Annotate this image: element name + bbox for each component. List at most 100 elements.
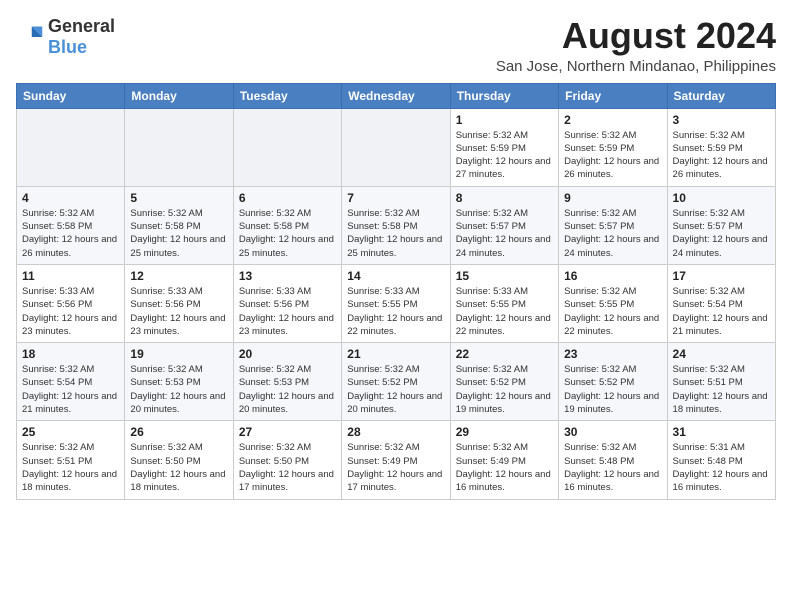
weekday-header-sunday: Sunday: [17, 83, 125, 108]
day-info: Sunrise: 5:32 AMSunset: 5:49 PMDaylight:…: [456, 441, 553, 494]
calendar-cell: 14Sunrise: 5:33 AMSunset: 5:55 PMDayligh…: [342, 264, 450, 342]
calendar-cell: 7 Sunrise: 5:32 AMSunset: 5:58 PMDaylight…: [342, 186, 450, 264]
calendar-week-row: 11 Sunrise: 5:33 AMSunset: 5:56 PMDayligh…: [17, 264, 776, 342]
calendar-cell: 2 Sunrise: 5:32 AMSunset: 5:59 PMDaylight…: [559, 108, 667, 186]
location-subtitle: San Jose, Northern Mindanao, Philippines: [496, 58, 776, 75]
calendar-cell: 28 Sunrise: 5:32 AMSunset: 5:49 PMDayligh…: [342, 421, 450, 499]
weekday-header-tuesday: Tuesday: [233, 83, 341, 108]
calendar-cell: [125, 108, 233, 186]
calendar-cell: [342, 108, 450, 186]
day-number: 13: [239, 269, 336, 283]
day-number: 27: [239, 425, 336, 439]
day-number: 6: [239, 191, 336, 205]
calendar-cell: 26 Sunrise: 5:32 AMSunset: 5:50 PMDayligh…: [125, 421, 233, 499]
calendar-cell: 29 Sunrise: 5:32 AMSunset: 5:49 PMDayligh…: [450, 421, 558, 499]
calendar-cell: 13 Sunrise: 5:33 AMSunset: 5:56 PMDayligh…: [233, 264, 341, 342]
weekday-header-monday: Monday: [125, 83, 233, 108]
page-header: General Blue August 2024 San Jose, North…: [16, 16, 776, 75]
weekday-header-friday: Friday: [559, 83, 667, 108]
day-info: Sunrise: 5:31 AMSunset: 5:48 PMDaylight:…: [673, 441, 770, 494]
day-number: 11: [22, 269, 119, 283]
calendar-week-row: 25Sunrise: 5:32 AMSunset: 5:51 PMDayligh…: [17, 421, 776, 499]
day-info: Sunrise: 5:32 AMSunset: 5:50 PMDaylight:…: [130, 441, 227, 494]
day-number: 7: [347, 191, 444, 205]
calendar-cell: 31Sunrise: 5:31 AMSunset: 5:48 PMDayligh…: [667, 421, 775, 499]
logo-text-general: General: [48, 16, 115, 36]
day-info: Sunrise: 5:32 AMSunset: 5:49 PMDaylight:…: [347, 441, 444, 494]
calendar-cell: 30Sunrise: 5:32 AMSunset: 5:48 PMDayligh…: [559, 421, 667, 499]
weekday-header-row: SundayMondayTuesdayWednesdayThursdayFrid…: [17, 83, 776, 108]
day-number: 28: [347, 425, 444, 439]
calendar-week-row: 18 Sunrise: 5:32 AMSunset: 5:54 PMDayligh…: [17, 343, 776, 421]
day-info: Sunrise: 5:32 AMSunset: 5:51 PMDaylight:…: [673, 363, 770, 416]
calendar-cell: 6 Sunrise: 5:32 AMSunset: 5:58 PMDaylight…: [233, 186, 341, 264]
day-info: Sunrise: 5:32 AMSunset: 5:54 PMDaylight:…: [673, 285, 770, 338]
calendar-cell: 21 Sunrise: 5:32 AMSunset: 5:52 PMDayligh…: [342, 343, 450, 421]
day-info: Sunrise: 5:32 AMSunset: 5:57 PMDaylight:…: [564, 207, 661, 260]
calendar-cell: 3 Sunrise: 5:32 AMSunset: 5:59 PMDaylight…: [667, 108, 775, 186]
day-info: Sunrise: 5:32 AMSunset: 5:52 PMDaylight:…: [347, 363, 444, 416]
day-info: Sunrise: 5:32 AMSunset: 5:53 PMDaylight:…: [130, 363, 227, 416]
day-info: Sunrise: 5:32 AMSunset: 5:53 PMDaylight:…: [239, 363, 336, 416]
day-info: Sunrise: 5:32 AMSunset: 5:59 PMDaylight:…: [564, 129, 661, 182]
weekday-header-wednesday: Wednesday: [342, 83, 450, 108]
calendar-cell: 16 Sunrise: 5:32 AMSunset: 5:55 PMDayligh…: [559, 264, 667, 342]
day-info: Sunrise: 5:32 AMSunset: 5:59 PMDaylight:…: [673, 129, 770, 182]
day-info: Sunrise: 5:32 AMSunset: 5:48 PMDaylight:…: [564, 441, 661, 494]
calendar-cell: 22 Sunrise: 5:32 AMSunset: 5:52 PMDayligh…: [450, 343, 558, 421]
day-info: Sunrise: 5:32 AMSunset: 5:58 PMDaylight:…: [347, 207, 444, 260]
day-info: Sunrise: 5:32 AMSunset: 5:57 PMDaylight:…: [673, 207, 770, 260]
calendar-cell: 15Sunrise: 5:33 AMSunset: 5:55 PMDayligh…: [450, 264, 558, 342]
day-number: 3: [673, 113, 770, 127]
calendar-cell: [17, 108, 125, 186]
logo-icon: [16, 23, 44, 51]
day-info: Sunrise: 5:33 AMSunset: 5:56 PMDaylight:…: [130, 285, 227, 338]
calendar-cell: 9 Sunrise: 5:32 AMSunset: 5:57 PMDaylight…: [559, 186, 667, 264]
calendar-cell: 1 Sunrise: 5:32 AMSunset: 5:59 PMDaylight…: [450, 108, 558, 186]
day-number: 18: [22, 347, 119, 361]
day-info: Sunrise: 5:33 AMSunset: 5:55 PMDaylight:…: [347, 285, 444, 338]
day-number: 22: [456, 347, 553, 361]
day-info: Sunrise: 5:32 AMSunset: 5:50 PMDaylight:…: [239, 441, 336, 494]
day-number: 1: [456, 113, 553, 127]
day-number: 23: [564, 347, 661, 361]
calendar-table: SundayMondayTuesdayWednesdayThursdayFrid…: [16, 83, 776, 500]
day-number: 16: [564, 269, 661, 283]
day-number: 5: [130, 191, 227, 205]
day-info: Sunrise: 5:32 AMSunset: 5:57 PMDaylight:…: [456, 207, 553, 260]
day-number: 2: [564, 113, 661, 127]
calendar-cell: 19 Sunrise: 5:32 AMSunset: 5:53 PMDayligh…: [125, 343, 233, 421]
day-info: Sunrise: 5:32 AMSunset: 5:55 PMDaylight:…: [564, 285, 661, 338]
calendar-week-row: 4 Sunrise: 5:32 AMSunset: 5:58 PMDaylight…: [17, 186, 776, 264]
day-number: 10: [673, 191, 770, 205]
calendar-cell: 27 Sunrise: 5:32 AMSunset: 5:50 PMDayligh…: [233, 421, 341, 499]
day-number: 26: [130, 425, 227, 439]
calendar-cell: 5Sunrise: 5:32 AMSunset: 5:58 PMDaylight…: [125, 186, 233, 264]
calendar-week-row: 1 Sunrise: 5:32 AMSunset: 5:59 PMDaylight…: [17, 108, 776, 186]
day-number: 29: [456, 425, 553, 439]
calendar-cell: [233, 108, 341, 186]
day-info: Sunrise: 5:32 AMSunset: 5:52 PMDaylight:…: [456, 363, 553, 416]
day-number: 15: [456, 269, 553, 283]
day-info: Sunrise: 5:32 AMSunset: 5:52 PMDaylight:…: [564, 363, 661, 416]
title-block: August 2024 San Jose, Northern Mindanao,…: [496, 16, 776, 75]
day-number: 20: [239, 347, 336, 361]
logo: General Blue: [16, 16, 115, 58]
day-number: 8: [456, 191, 553, 205]
day-number: 9: [564, 191, 661, 205]
day-info: Sunrise: 5:32 AMSunset: 5:58 PMDaylight:…: [22, 207, 119, 260]
day-info: Sunrise: 5:32 AMSunset: 5:58 PMDaylight:…: [239, 207, 336, 260]
calendar-cell: 24Sunrise: 5:32 AMSunset: 5:51 PMDayligh…: [667, 343, 775, 421]
day-info: Sunrise: 5:32 AMSunset: 5:59 PMDaylight:…: [456, 129, 553, 182]
calendar-cell: 23 Sunrise: 5:32 AMSunset: 5:52 PMDayligh…: [559, 343, 667, 421]
day-number: 19: [130, 347, 227, 361]
calendar-cell: 18 Sunrise: 5:32 AMSunset: 5:54 PMDayligh…: [17, 343, 125, 421]
day-number: 4: [22, 191, 119, 205]
day-info: Sunrise: 5:32 AMSunset: 5:54 PMDaylight:…: [22, 363, 119, 416]
day-number: 21: [347, 347, 444, 361]
calendar-cell: 17Sunrise: 5:32 AMSunset: 5:54 PMDayligh…: [667, 264, 775, 342]
weekday-header-saturday: Saturday: [667, 83, 775, 108]
month-year-title: August 2024: [496, 16, 776, 56]
calendar-cell: 11Sunrise: 5:33 AMSunset: 5:56 PMDayligh…: [17, 264, 125, 342]
day-info: Sunrise: 5:33 AMSunset: 5:56 PMDaylight:…: [239, 285, 336, 338]
